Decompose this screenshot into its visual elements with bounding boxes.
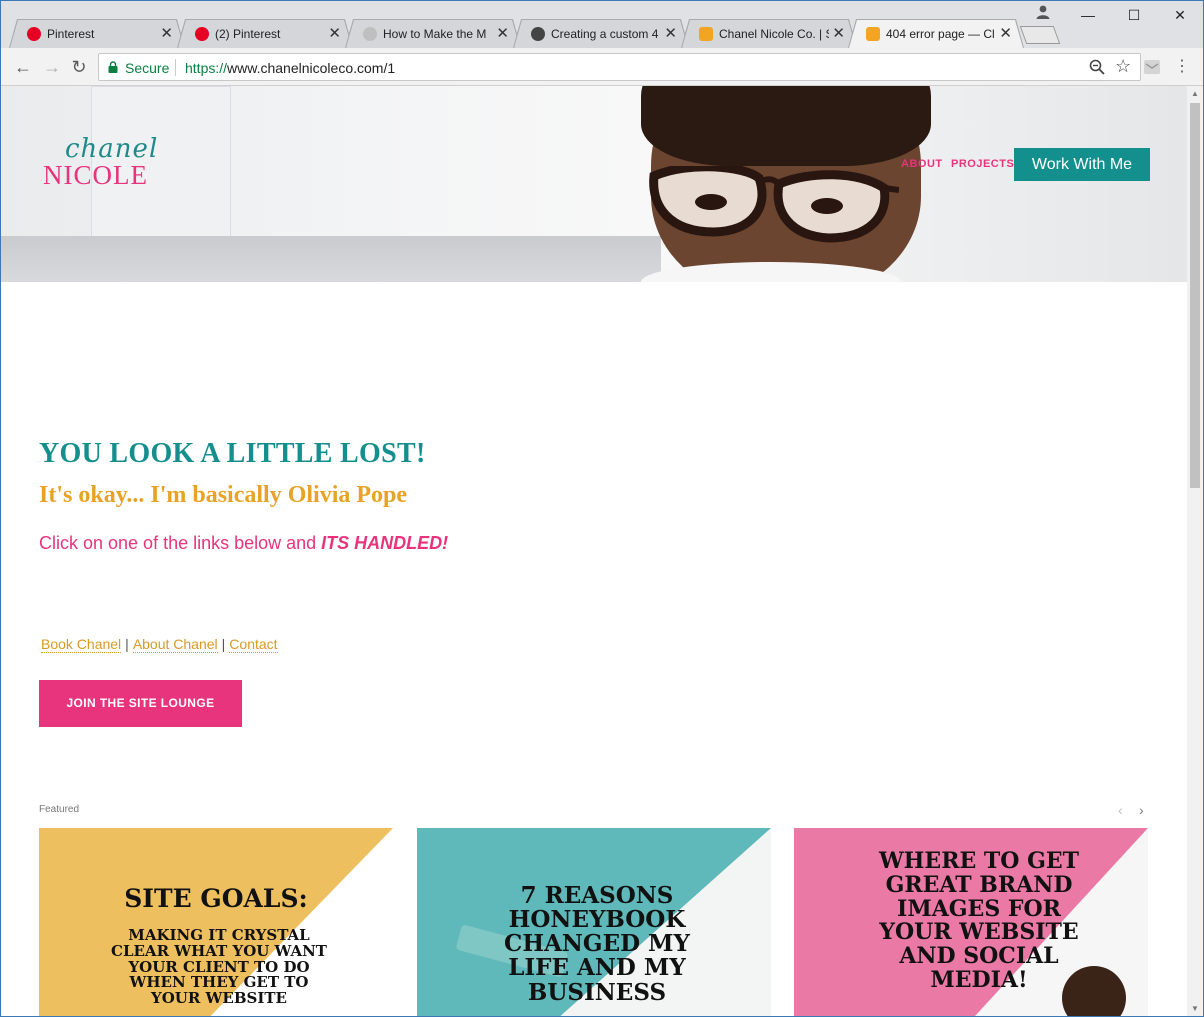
featured-label: Featured — [39, 804, 80, 815]
card-title: 7 REASONS HONEYBOOK CHANGED MY LIFE AND … — [504, 882, 690, 1006]
maximize-button[interactable]: ☐ — [1119, 5, 1149, 25]
address-bar[interactable]: Secure https://www.chanelnicoleco.com/1 … — [98, 53, 1141, 81]
profile-icon[interactable] — [1035, 4, 1051, 20]
close-tab-icon[interactable]: ✕ — [496, 24, 509, 42]
tab-title: 404 error page — Cl — [886, 27, 995, 41]
nav-about[interactable]: ABOUT — [901, 158, 943, 170]
site-icon — [866, 27, 880, 41]
url-text[interactable]: https://www.chanelnicoleco.com/1 — [185, 60, 395, 76]
card-title: SITE GOALS: — [124, 884, 308, 913]
instruction-text: Click on one of the links below and ITS … — [39, 533, 448, 554]
hero-background-counter — [1, 236, 661, 282]
pinterest-icon — [27, 27, 41, 41]
hero-banner: chanel NICOLE ABOUT PROJECTS Work With M… — [1, 86, 1187, 282]
zoom-search-icon[interactable] — [1089, 59, 1105, 75]
link-about-chanel[interactable]: About Chanel — [132, 636, 218, 653]
page-subheading: It's okay... I'm basically Olivia Pope — [39, 482, 408, 508]
secure-label: Secure — [125, 60, 170, 76]
tab-title: Chanel Nicole Co. | S — [719, 27, 829, 41]
card-subtitle: MAKING IT CRYSTAL CLEAR WHAT YOU WANT YO… — [111, 926, 327, 1007]
join-site-lounge-button[interactable]: JOIN THE SITE LOUNGE — [39, 680, 242, 727]
scroll-thumb[interactable] — [1190, 103, 1200, 488]
quick-links: Book Chanel | About Chanel | Contact — [41, 636, 278, 653]
tab-title: (2) Pinterest — [215, 27, 281, 41]
tab-pinterest[interactable]: Pinterest ✕ — [9, 19, 185, 48]
page-icon — [363, 27, 377, 41]
featured-card-brand-images[interactable]: WHERE TO GET GREAT BRAND IMAGES FOR YOUR… — [794, 828, 1148, 1016]
tab-chanel-nicole[interactable]: Chanel Nicole Co. | S ✕ — [681, 19, 857, 48]
close-tab-icon[interactable]: ✕ — [832, 24, 845, 42]
forward-arrow-icon[interactable]: → — [41, 56, 63, 78]
new-tab-button[interactable] — [1019, 26, 1061, 44]
tab-how-to-make[interactable]: How to Make the M ✕ — [345, 19, 521, 48]
browser-window: Pinterest ✕ (2) Pinterest ✕ How to Make … — [0, 0, 1204, 1017]
instruction-emphasis: ITS HANDLED! — [321, 533, 449, 553]
link-book-chanel[interactable]: Book Chanel — [41, 636, 122, 653]
lock-icon — [108, 61, 118, 73]
tab-strip: Pinterest ✕ (2) Pinterest ✕ How to Make … — [1, 1, 1203, 48]
carousel-next-icon[interactable]: › — [1139, 802, 1144, 818]
instruction-prefix: Click on one of the links below and — [39, 533, 322, 553]
pinterest-icon — [195, 27, 209, 41]
close-tab-icon[interactable]: ✕ — [999, 24, 1012, 42]
scroll-up-icon[interactable]: ▲ — [1191, 89, 1199, 98]
site-icon — [699, 27, 713, 41]
tab-pinterest-2[interactable]: (2) Pinterest ✕ — [177, 19, 353, 48]
logo-caps-text: NICOLE — [43, 160, 148, 190]
tab-title: Creating a custom 4 — [551, 27, 659, 41]
extension-icon[interactable] — [1144, 60, 1160, 74]
close-window-button[interactable]: ✕ — [1165, 5, 1195, 25]
menu-dots-icon[interactable]: ⋮ — [1171, 56, 1193, 78]
page-viewport: chanel NICOLE ABOUT PROJECTS Work With M… — [1, 86, 1187, 1016]
tab-title: How to Make the M — [383, 27, 487, 41]
link-separator: | — [125, 636, 129, 652]
link-separator: | — [221, 636, 226, 652]
scroll-down-icon[interactable]: ▼ — [1191, 1004, 1199, 1013]
squarespace-icon — [531, 27, 545, 41]
close-tab-icon[interactable]: ✕ — [328, 24, 341, 42]
hero-photo-glasses — [649, 166, 899, 243]
omnibox-divider — [175, 59, 176, 76]
carousel-prev-icon[interactable]: ‹ — [1118, 802, 1123, 818]
back-arrow-icon[interactable]: ← — [12, 56, 34, 78]
url-host-path: www.chanelnicoleco.com/1 — [227, 60, 396, 76]
minimize-button[interactable]: — — [1073, 5, 1103, 25]
nav-projects[interactable]: PROJECTS — [951, 158, 1014, 170]
browser-toolbar: ← → ↻ Secure https://www.chanelnicoleco.… — [1, 48, 1203, 86]
bookmark-star-icon[interactable]: ☆ — [1115, 56, 1131, 77]
card-title: WHERE TO GET GREAT BRAND IMAGES FOR YOUR… — [878, 848, 1080, 993]
work-with-me-button[interactable]: Work With Me — [1014, 148, 1150, 181]
featured-card-site-goals[interactable]: SITE GOALS: MAKING IT CRYSTAL CLEAR WHAT… — [39, 828, 393, 1016]
close-tab-icon[interactable]: ✕ — [664, 24, 677, 42]
reload-icon[interactable]: ↻ — [68, 56, 90, 78]
site-logo[interactable]: chanel NICOLE — [43, 134, 173, 194]
hero-photo-hair — [641, 86, 931, 166]
page-heading: YOU LOOK A LITTLE LOST! — [39, 438, 426, 469]
close-tab-icon[interactable]: ✕ — [160, 24, 173, 42]
link-contact[interactable]: Contact — [229, 636, 278, 653]
tab-404-error[interactable]: 404 error page — Cl ✕ — [848, 19, 1024, 48]
tab-title: Pinterest — [47, 27, 95, 41]
url-protocol: https:// — [185, 60, 228, 76]
featured-card-honeybook[interactable]: 7 REASONS HONEYBOOK CHANGED MY LIFE AND … — [417, 828, 771, 1016]
page-scrollbar[interactable]: ▲ ▼ — [1187, 86, 1203, 1016]
tab-creating-custom[interactable]: Creating a custom 4 ✕ — [513, 19, 689, 48]
